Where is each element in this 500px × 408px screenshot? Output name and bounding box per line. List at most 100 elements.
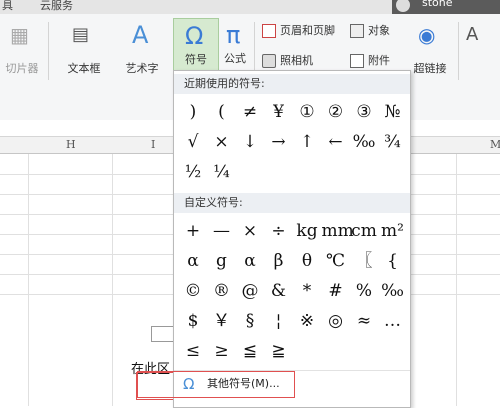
wordart-button[interactable]: A 艺术字 — [114, 18, 170, 80]
user-name: stone — [422, 0, 453, 9]
custom-symbols-title: 自定义符号: — [174, 193, 410, 213]
symbol-cell[interactable]: & — [265, 278, 293, 304]
symbol-cell[interactable]: ¦ — [265, 308, 293, 334]
symbol-cell[interactable]: α — [179, 248, 207, 274]
object-icon — [350, 24, 364, 38]
symbol-cell[interactable]: ‰ — [379, 278, 407, 304]
symbol-dropdown: 近期使用的符号: )(≠ ¥ ① ② ③ № √ × ↓ → ↑ ← ‰ ¾ ½ ¼ 自定义符号: + — × ÷ k… — [137, 70, 411, 408]
symbol-cell[interactable]: ↓ — [236, 129, 264, 155]
symbol-cell[interactable]: $ — [179, 308, 207, 334]
more-symbols-item[interactable]: Ω 其他符号(M)... — [137, 370, 410, 398]
symbol-cell[interactable]: % — [350, 278, 378, 304]
symbol-cell[interactable]: 〖 — [350, 248, 378, 274]
symbol-cell[interactable]: ¥ — [265, 99, 293, 125]
top-bar: 具 云服务 stone — [0, 0, 500, 14]
textbox-icon: ▤ — [72, 24, 90, 45]
symbol-cell[interactable]: © — [179, 278, 207, 304]
symbol-cell[interactable]: ( — [208, 99, 236, 125]
tab-cloud[interactable]: 云服务 — [40, 0, 73, 13]
symbol-cell[interactable]: ¼ — [208, 159, 236, 185]
symbol-button[interactable]: Ω 符号 — [173, 18, 219, 72]
attachment-icon — [350, 54, 364, 68]
symbol-cell[interactable]: ® — [208, 278, 236, 304]
symbol-cell[interactable]: cm — [350, 218, 378, 244]
symbol-cell[interactable]: ℃ — [322, 248, 350, 274]
symbol-cell[interactable]: α — [236, 248, 264, 274]
symbol-cell[interactable]: ) — [179, 99, 207, 125]
symbol-cell[interactable]: ½ — [179, 159, 207, 185]
symbol-cell[interactable]: ≥ — [208, 338, 236, 364]
highlight-box — [137, 371, 295, 398]
omega-icon: Ω — [185, 22, 204, 50]
symbol-cell[interactable]: … — [379, 308, 407, 334]
symbol-cell[interactable]: ‰ — [350, 129, 378, 155]
shape-box[interactable] — [151, 326, 175, 342]
symbol-cell[interactable]: ≈ — [350, 308, 378, 334]
textbox-label: 文本框 — [67, 62, 101, 75]
symbol-cell[interactable]: ÷ — [265, 218, 293, 244]
symbol-cell[interactable]: * — [293, 278, 321, 304]
symbol-cell[interactable]: ③ — [350, 99, 378, 125]
symbol-cell[interactable]: × — [208, 129, 236, 155]
pi-icon: π — [226, 21, 241, 49]
camera-button[interactable]: 照相机 — [262, 52, 313, 68]
symbol-cell[interactable]: ◎ — [322, 308, 350, 334]
textbox-button[interactable]: ▤ 文本框 — [58, 18, 110, 80]
symbol-cell[interactable]: { — [379, 248, 407, 274]
symbol-cell[interactable]: → — [265, 129, 293, 155]
header-footer-button[interactable]: 页眉和页脚 — [262, 22, 335, 38]
separator — [458, 22, 459, 80]
slicer-button[interactable]: ▦ 切片器 — [0, 18, 44, 80]
object-button[interactable]: 对象 — [350, 22, 390, 38]
column-h[interactable]: H — [66, 138, 76, 151]
symbol-cell[interactable]: θ — [293, 248, 321, 274]
column-m[interactable]: M — [490, 138, 500, 151]
wordart-icon: A — [132, 21, 149, 49]
symbol-cell[interactable]: ※ — [293, 308, 321, 334]
symbol-cell[interactable]: √ — [179, 129, 207, 155]
slicer-icon: ▦ — [10, 23, 29, 47]
header-footer-icon — [262, 24, 276, 38]
text-more-button[interactable]: A — [464, 18, 500, 48]
symbol-cell[interactable]: ↑ — [293, 129, 321, 155]
symbol-cell[interactable]: β — [265, 248, 293, 274]
symbol-cell[interactable]: # — [322, 278, 350, 304]
recent-symbols-title: 近期使用的符号: — [174, 74, 410, 94]
symbol-cell[interactable]: + — [179, 218, 207, 244]
text-icon: A — [466, 24, 479, 45]
symbol-cell[interactable]: ￥ — [208, 308, 236, 334]
symbol-cell[interactable]: ≤ — [179, 338, 207, 364]
symbol-cell[interactable]: ② — [322, 99, 350, 125]
symbol-cell[interactable]: § — [236, 308, 264, 334]
wordart-label: 艺术字 — [125, 62, 159, 75]
tab-left[interactable]: 具 — [2, 0, 13, 13]
symbol-label: 符号 — [185, 53, 207, 66]
user-area[interactable]: stone — [392, 0, 500, 14]
symbol-cell[interactable]: ≦ — [236, 338, 264, 364]
symbol-cell[interactable]: g — [208, 248, 236, 274]
hyperlink-button[interactable]: ◉ 超链接 — [408, 18, 452, 80]
formula-label: 公式 — [224, 52, 246, 65]
avatar — [396, 0, 410, 12]
attachment-button[interactable]: 附件 — [350, 52, 390, 68]
hyperlink-label: 超链接 — [413, 62, 447, 75]
symbol-cell[interactable]: ← — [322, 129, 350, 155]
symbol-cell[interactable]: kg — [293, 218, 321, 244]
separator — [48, 22, 49, 80]
symbol-cell[interactable]: ≠ — [236, 99, 264, 125]
camera-icon — [262, 54, 276, 68]
globe-link-icon: ◉ — [418, 23, 436, 47]
formula-button[interactable]: π 公式 — [219, 18, 251, 70]
symbol-cell[interactable]: ≧ — [265, 338, 293, 364]
symbol-cell[interactable]: ¾ — [379, 129, 407, 155]
grid-line — [456, 154, 457, 406]
grid-line — [112, 154, 113, 406]
symbol-cell[interactable]: @ — [236, 278, 264, 304]
column-i[interactable]: I — [151, 138, 155, 151]
symbol-cell[interactable]: mm — [322, 218, 354, 244]
symbol-cell[interactable]: m² — [379, 218, 407, 244]
symbol-cell[interactable]: ① — [293, 99, 321, 125]
symbol-cell[interactable]: № — [379, 99, 407, 125]
symbol-cell[interactable]: × — [236, 218, 264, 244]
symbol-cell[interactable]: — — [208, 218, 236, 244]
